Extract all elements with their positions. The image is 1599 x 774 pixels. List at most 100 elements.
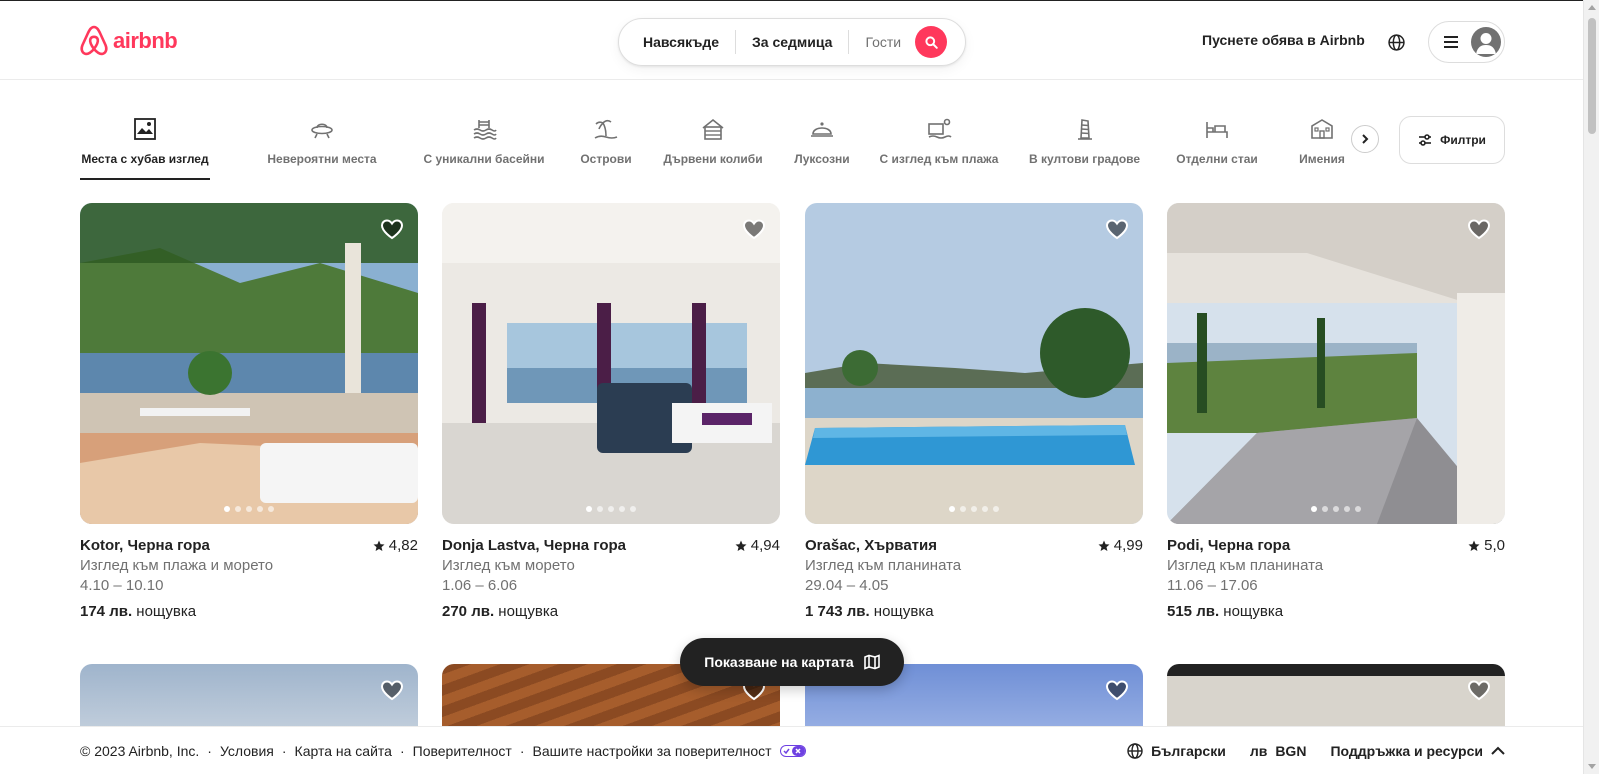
hamburger-icon [1444,36,1458,48]
user-menu-button[interactable] [1428,21,1505,63]
language-selector[interactable]: Български [1127,743,1226,759]
listing-photo[interactable] [80,203,418,524]
category-item[interactable]: Невероятни места [240,114,404,180]
listing-card[interactable]: Donja Lastva, Черна гора 4,94 Изглед към… [442,203,780,622]
heart-icon[interactable] [1467,678,1491,702]
listing-rating: 5,0 [1468,536,1505,556]
island-icon [594,119,618,139]
user-avatar-icon [1471,27,1501,57]
listing-subtitle: Изглед към плажа и морето [80,557,274,574]
category-item[interactable]: Луксозни [794,114,850,180]
price-amount: 515 лв. [1167,603,1220,620]
category-item[interactable]: Имения [1299,114,1345,180]
rating-value: 4,82 [388,537,418,554]
category-item[interactable]: Дървени колиби [663,114,763,180]
host-link[interactable]: Пуснете обява в Airbnb [1202,32,1365,48]
language-button[interactable] [1385,31,1407,53]
listing-photo[interactable] [442,203,780,524]
search-bar[interactable]: Навсякъде За седмица Гости [618,18,966,66]
landmark-icon [1077,119,1092,140]
star-icon [735,540,747,551]
map-icon [863,654,880,670]
airbnb-logo-icon [80,25,108,56]
language-label: Български [1151,742,1226,759]
heart-icon[interactable] [1105,217,1129,241]
footer-link[interactable]: Условия [220,743,274,759]
currency-selector[interactable]: лв BGN [1250,743,1307,759]
category-label: Дървени колиби [663,152,763,166]
support-label: Поддръжка и ресурси [1330,742,1483,759]
category-item[interactable]: Отделни стаи [1172,114,1262,180]
category-label: Острови [580,152,632,166]
scroll-up-arrow[interactable] [1588,5,1596,10]
photo-carousel-dots [949,506,999,512]
rating-value: 5,0 [1484,537,1505,554]
privacy-choices-icon [779,744,806,757]
heart-icon[interactable] [742,217,766,241]
listing-location: Podi, Черна гора [1167,537,1291,554]
category-item[interactable]: С уникални басейни [418,114,550,180]
listing-location: Orašac, Хърватия [805,537,937,554]
listing-photo[interactable] [805,203,1143,524]
search-where[interactable]: Навсякъде [619,34,735,50]
search-button[interactable] [915,26,948,58]
listing-photo[interactable] [1167,203,1505,524]
listing-card[interactable]: Kotor, Черна гора 4,82 Изглед към плажа … [80,203,418,622]
scroll-down-arrow[interactable] [1588,764,1596,769]
footer-link[interactable]: Поверителност [413,743,512,759]
heart-icon[interactable] [1105,678,1129,702]
globe-icon [1127,742,1143,759]
rating-value: 4,94 [750,537,780,554]
listing-card[interactable]: Orašac, Хърватия 4,99 Изглед към планина… [805,203,1143,622]
search-when[interactable]: За седмица [736,34,848,50]
support-resources-button[interactable]: Поддръжка и ресурси [1330,743,1505,759]
star-icon [1468,540,1480,551]
listing-subtitle: Изглед към планината [805,557,962,574]
listing-subtitle: Изглед към морето [442,557,575,574]
top-header: airbnb Навсякъде За седмица Гости Пуснет… [0,0,1583,80]
search-guests[interactable]: Гости [849,34,911,50]
category-item[interactable]: Острови [576,114,636,180]
currency-symbol: лв [1249,742,1268,759]
page-scrollbar[interactable] [1583,0,1599,774]
search-icon [925,35,938,49]
ufo-icon [311,123,333,139]
category-label: В култови градове [1028,152,1141,166]
category-label: С изглед към плажа [879,152,999,166]
listing-price: 174 лв. нощувка [80,602,418,622]
categories-next-button[interactable] [1351,125,1379,153]
picture-frame-icon [134,118,156,140]
photo-carousel-dots [586,506,636,512]
separator: · [207,742,212,759]
heart-icon[interactable] [380,217,404,241]
sliders-icon [1419,134,1432,146]
heart-icon[interactable] [380,678,404,702]
category-label: Луксозни [794,152,850,166]
listing-location: Kotor, Черна гора [80,537,210,554]
listing-rating: 4,99 [1098,536,1143,556]
heart-icon[interactable] [1467,217,1491,241]
price-unit: нощувка [498,603,559,620]
category-label: Имения [1299,152,1345,166]
listing-photo-image [442,203,780,524]
price-amount: 174 лв. [80,603,133,620]
category-item[interactable]: С изглед към плажа [879,114,999,180]
cabin-icon [702,118,724,140]
globe-icon [1387,33,1405,51]
filters-label: Филтри [1440,133,1486,147]
filters-button[interactable]: Филтри [1399,116,1505,164]
footer-link[interactable]: Вашите настройки за поверителност [533,743,772,759]
show-map-button[interactable]: Показване на картата [680,638,904,686]
listing-photo-image [1167,203,1505,524]
listing-photo-image [80,203,418,524]
listing-price: 515 лв. нощувка [1167,602,1505,622]
airbnb-logo[interactable]: airbnb [79,24,178,58]
listing-dates: 29.04 – 4.05 [805,577,889,594]
listing-card[interactable]: Podi, Черна гора 5,0 Изглед към планинат… [1167,203,1505,622]
category-item[interactable]: Места с хубав изглед [80,114,210,180]
category-item[interactable]: В култови градове [1028,114,1141,180]
scroll-thumb[interactable] [1588,18,1596,134]
listing-rating: 4,82 [373,536,418,556]
footer-link[interactable]: Карта на сайта [295,743,392,759]
currency-label: BGN [1275,742,1307,759]
